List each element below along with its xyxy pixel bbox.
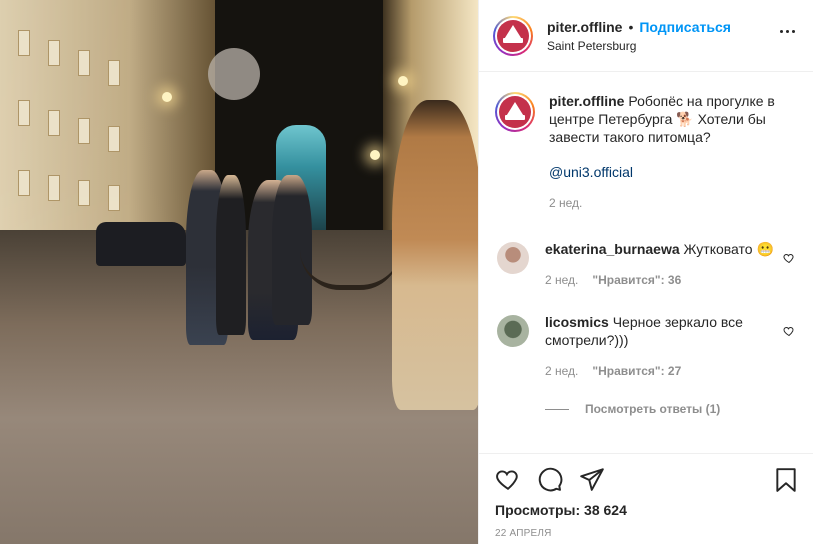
- logo-icon: [499, 96, 531, 128]
- location-link[interactable]: Saint Petersburg: [547, 39, 731, 53]
- author-username[interactable]: piter.offline: [547, 19, 622, 35]
- comment-time[interactable]: 2 нед.: [545, 271, 578, 289]
- separator-dot: •: [628, 18, 634, 35]
- view-replies-button[interactable]: Посмотреть ответы (1): [545, 402, 797, 416]
- comment-likes[interactable]: "Нравится": 27: [592, 362, 681, 380]
- street-lamp: [398, 76, 408, 86]
- street-lamp: [370, 150, 380, 160]
- logo-icon: [497, 19, 529, 52]
- commenter-avatar[interactable]: [497, 242, 529, 274]
- comments-list[interactable]: piter.offline Робопёс на прогулке в цент…: [479, 73, 813, 453]
- heart-icon[interactable]: [783, 252, 795, 264]
- views-count[interactable]: Просмотры: 38 624: [495, 502, 797, 518]
- replies-divider: [545, 408, 569, 410]
- comment: ekaterina_burnaewa Жутковато 😬 2 нед. "Н…: [495, 240, 797, 289]
- person: [216, 175, 246, 335]
- caption-username[interactable]: piter.offline: [549, 93, 624, 109]
- post-panel: piter.offline • Подписаться Saint Peters…: [478, 0, 813, 544]
- caption: piter.offline Робопёс на прогулке в цент…: [495, 92, 797, 212]
- view-replies-label: Посмотреть ответы (1): [585, 402, 721, 416]
- follow-button[interactable]: Подписаться: [639, 19, 731, 35]
- post-actions: Просмотры: 38 624 22 апреля: [479, 453, 813, 539]
- caption-time[interactable]: 2 нед.: [549, 194, 789, 212]
- post-header: piter.offline • Подписаться Saint Peters…: [479, 0, 813, 72]
- commenter-avatar[interactable]: [497, 315, 529, 347]
- more-options-icon[interactable]: [780, 30, 795, 33]
- comment-time[interactable]: 2 нед.: [545, 362, 578, 380]
- comment-username[interactable]: licosmics: [545, 314, 609, 330]
- author-avatar[interactable]: [493, 15, 533, 56]
- comment-icon[interactable]: [537, 466, 563, 492]
- comment-text: Жутковато 😬: [683, 241, 774, 257]
- post-date[interactable]: 22 апреля: [495, 528, 797, 539]
- post-video[interactable]: [0, 0, 478, 544]
- bookmark-icon[interactable]: [775, 467, 797, 493]
- share-icon[interactable]: [579, 466, 605, 492]
- comment: licosmics Черное зеркало все смотрели?))…: [495, 313, 797, 380]
- mention-link[interactable]: @uni3.official: [549, 163, 789, 181]
- author-avatar[interactable]: [495, 92, 535, 132]
- heart-icon[interactable]: [783, 325, 795, 337]
- street-lamp: [162, 92, 172, 102]
- comment-likes[interactable]: "Нравится": 36: [592, 271, 681, 289]
- car: [96, 222, 186, 266]
- heart-icon[interactable]: [495, 466, 521, 492]
- street-sign: [208, 48, 260, 100]
- person: [392, 100, 478, 410]
- comment-username[interactable]: ekaterina_burnaewa: [545, 241, 680, 257]
